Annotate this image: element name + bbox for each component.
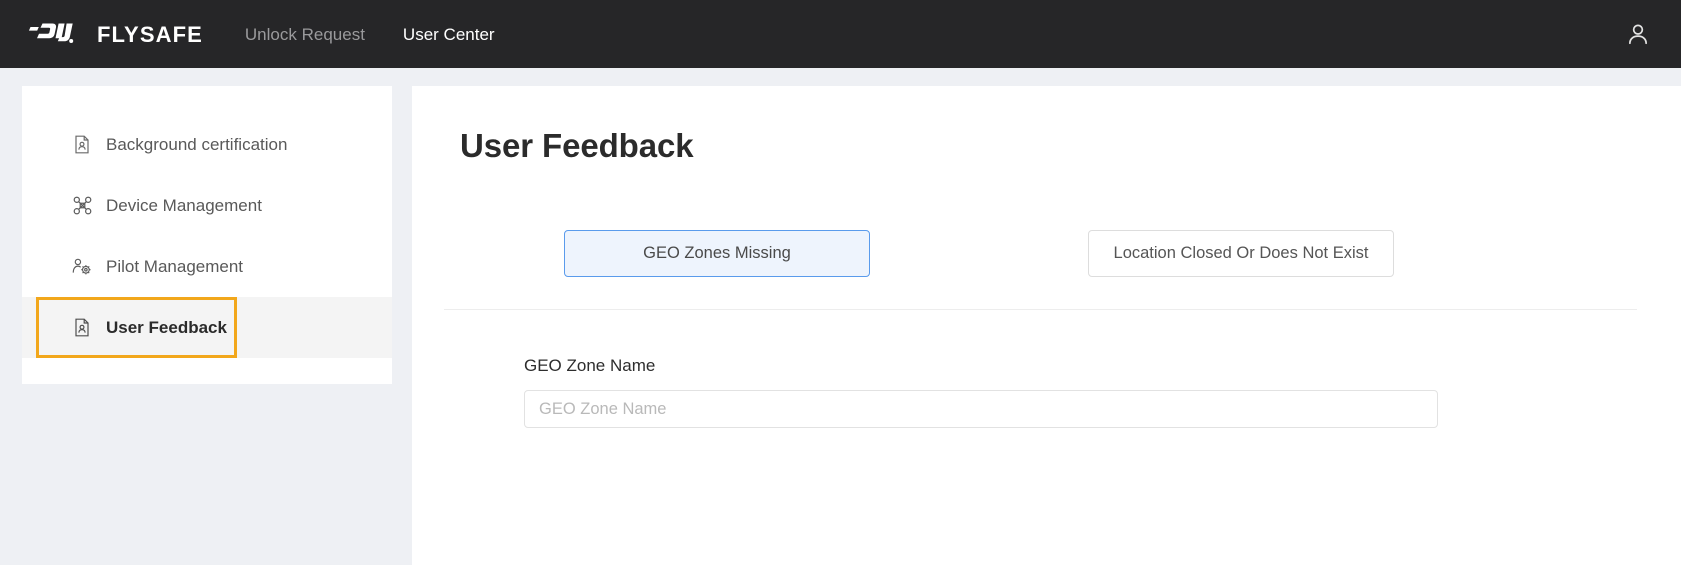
sidebar-item-label: Device Management: [106, 195, 262, 215]
person-gear-icon: [72, 257, 92, 277]
choice-location-closed-or-does-not-exist[interactable]: Location Closed Or Does Not Exist: [1088, 230, 1394, 278]
sidebar-item-label: Pilot Management: [106, 256, 244, 276]
user-avatar-icon[interactable]: [1621, 17, 1655, 51]
dji-logo-icon: [26, 19, 88, 50]
brand-logo[interactable]: FLYSAFE: [26, 19, 203, 50]
choice-spacer: [870, 230, 1088, 277]
feedback-form: GEO Zone Name: [460, 310, 1629, 429]
document-person-icon: [72, 318, 92, 338]
drone-quadcopter-icon: [72, 196, 92, 216]
main-nav: Unlock Request User Center: [245, 26, 495, 43]
sidebar-item-background-certification[interactable]: Background certification: [22, 114, 392, 175]
sidebar-nav: Background certification Device Manageme…: [22, 86, 392, 384]
sidebar-item-user-feedback[interactable]: User Feedback: [22, 297, 392, 358]
nav-link-unlock-request[interactable]: Unlock Request: [245, 26, 365, 43]
document-person-icon: [72, 135, 92, 155]
brand-name: FLYSAFE: [97, 22, 203, 47]
sidebar-item-pilot-management[interactable]: Pilot Management: [22, 236, 392, 297]
page-title: User Feedback: [460, 127, 694, 164]
choice-geo-zones-missing[interactable]: GEO Zones Missing: [564, 230, 870, 278]
top-navigation-bar: FLYSAFE Unlock Request User Center: [0, 0, 1681, 68]
page-body: Background certification Device Manageme…: [0, 68, 1681, 565]
geo-zone-name-input[interactable]: [524, 390, 1438, 429]
main-content-panel: User Feedback GEO Zones Missing Location…: [412, 86, 1681, 565]
topbar-right-area: [1621, 17, 1655, 51]
geo-zone-name-label: GEO Zone Name: [524, 356, 656, 376]
feedback-type-selector: GEO Zones Missing Location Closed Or Doe…: [460, 230, 1629, 278]
sidebar-item-device-management[interactable]: Device Management: [22, 175, 392, 236]
nav-link-user-center[interactable]: User Center: [403, 26, 495, 43]
sidebar-item-label: Background certification: [106, 134, 288, 154]
sidebar-item-label: User Feedback: [106, 317, 227, 337]
